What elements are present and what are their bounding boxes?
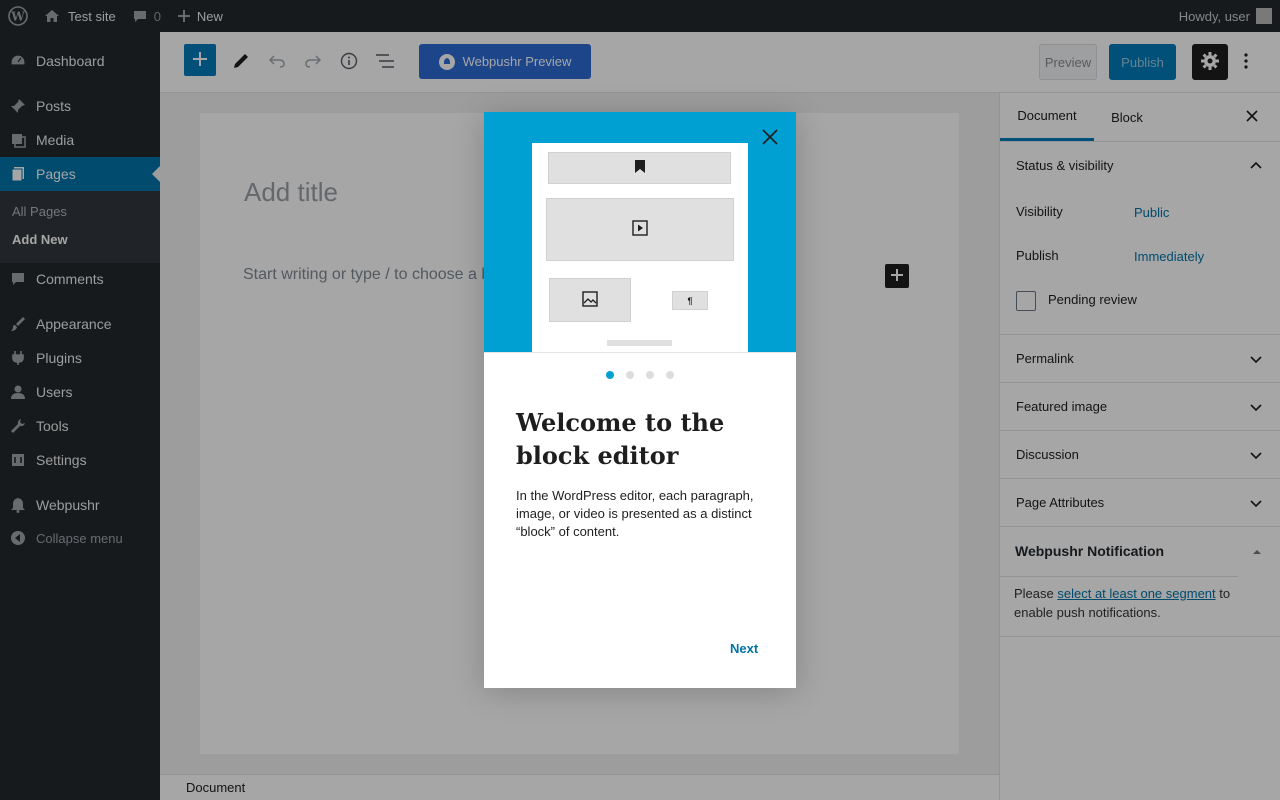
welcome-guide-modal: ¶ Welcome to the block editor In the Wor…	[484, 112, 796, 688]
bookmark-icon	[634, 160, 645, 176]
illustration-video-block	[546, 198, 734, 261]
divider	[484, 352, 796, 353]
image-icon	[582, 290, 598, 310]
illustration-image-block	[549, 278, 631, 322]
modal-description: In the WordPress editor, each paragraph,…	[516, 488, 754, 539]
close-modal-button[interactable]	[758, 126, 782, 150]
illustration-page: ¶	[532, 143, 748, 352]
page-dot-1[interactable]	[606, 371, 614, 379]
page-dot-2[interactable]	[626, 371, 634, 379]
illustration-paragraph-block: ¶	[672, 291, 708, 310]
page-dot-4[interactable]	[666, 371, 674, 379]
illustration-line	[607, 340, 672, 346]
next-button[interactable]: Next	[730, 641, 758, 656]
modal-heading: Welcome to the block editor	[516, 408, 725, 470]
welcome-illustration: ¶	[484, 112, 796, 352]
paragraph-icon: ¶	[687, 295, 693, 306]
close-icon	[761, 128, 779, 149]
page-dot-3[interactable]	[646, 371, 654, 379]
illustration-bookmark-block	[548, 152, 731, 184]
play-icon	[632, 220, 648, 239]
